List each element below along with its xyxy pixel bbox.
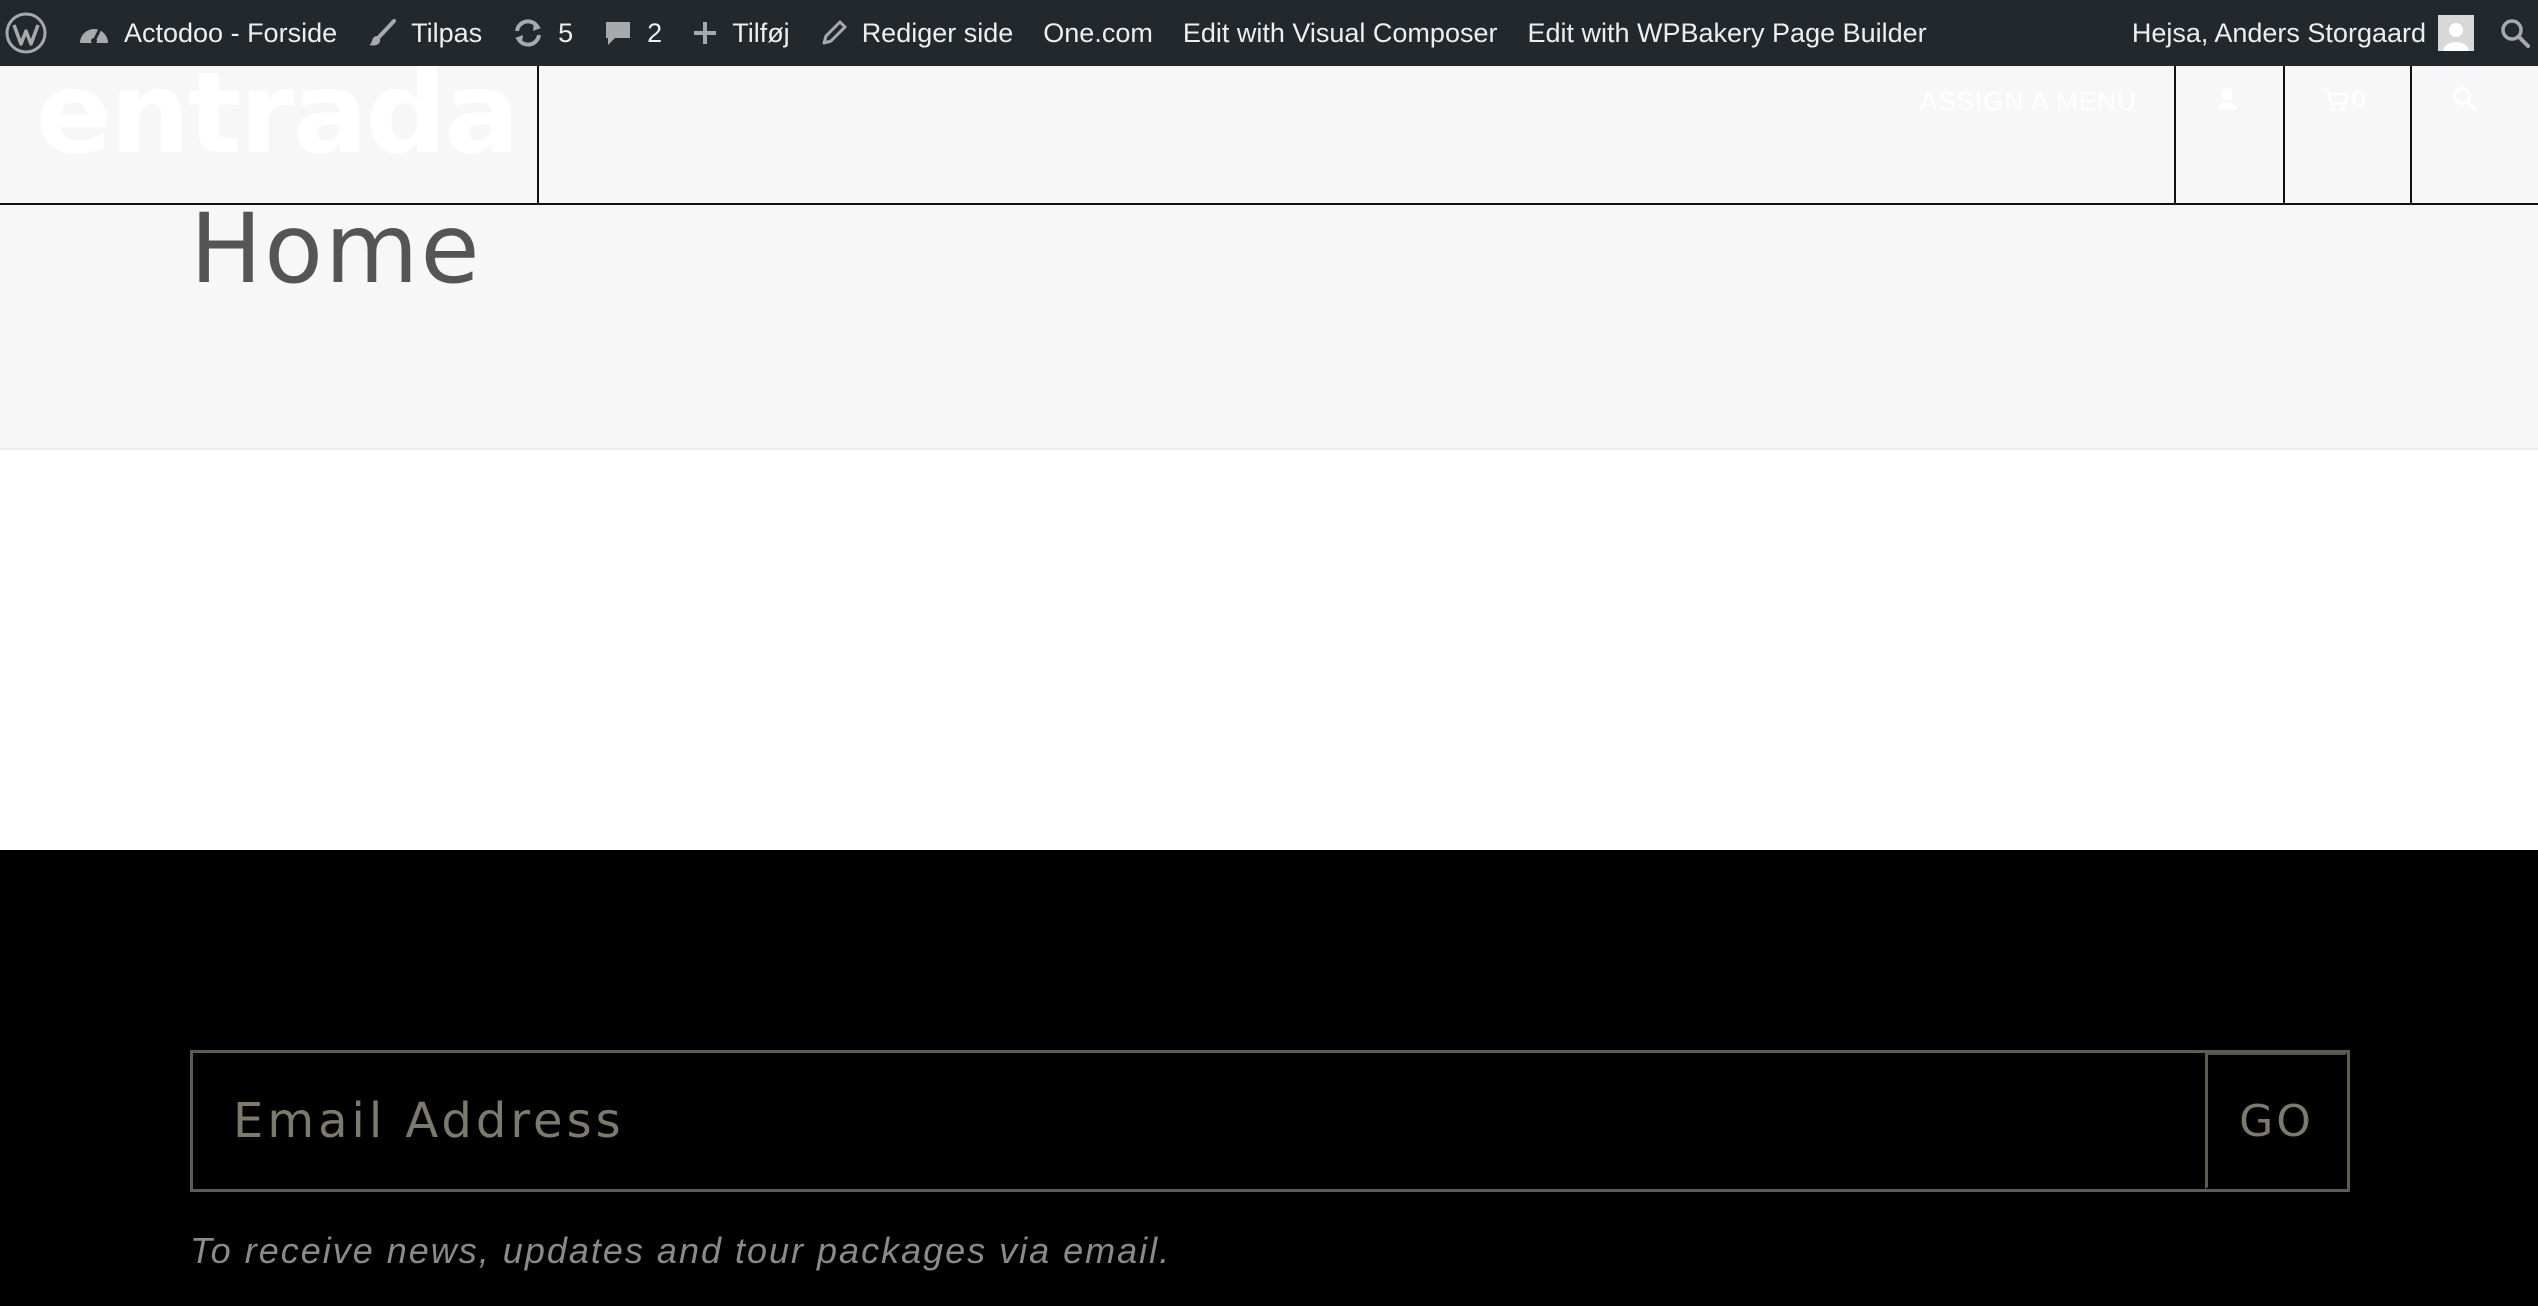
edit-page-menu[interactable]: Rediger side [805, 0, 1029, 66]
comments-menu[interactable]: 2 [588, 0, 677, 66]
go-button[interactable]: GO [2205, 1053, 2347, 1189]
main-content [0, 452, 2538, 850]
onecom-menu[interactable]: One.com [1028, 0, 1168, 66]
dashboard-icon [78, 19, 110, 47]
account-button[interactable] [2216, 86, 2238, 112]
customize-label: Tilpas [411, 17, 483, 48]
cart-icon [2323, 88, 2350, 112]
header-search-button[interactable] [2452, 86, 2478, 112]
newsletter-form: GO [190, 1050, 2350, 1192]
header-divider [537, 66, 539, 205]
email-field[interactable] [193, 1053, 2205, 1189]
page-title-band: Home [0, 193, 2538, 450]
header-divider [2410, 66, 2412, 205]
search-icon [2501, 19, 2530, 48]
footer: GO To receive news, updates and tour pac… [0, 850, 2538, 1306]
pencil-icon [820, 19, 848, 47]
wpbakery-menu[interactable]: Edit with WPBakery Page Builder [1512, 0, 1941, 66]
user-icon [2217, 88, 2237, 110]
paintbrush-icon [367, 18, 397, 48]
newsletter-note: To receive news, updates and tour packag… [190, 1230, 1172, 1271]
plus-icon [692, 20, 718, 46]
new-label: Tilføj [732, 17, 790, 48]
updates-count: 5 [558, 17, 574, 48]
header-divider [2283, 66, 2285, 205]
search-icon [2453, 87, 2478, 112]
site-logo[interactable]: entrada [36, 58, 520, 170]
site-header: entrada ASSIGN A MENU 0 [0, 58, 2538, 205]
my-account-menu[interactable]: Hejsa, Anders Storgaard [2117, 0, 2484, 66]
page-title: Home [190, 193, 482, 305]
greeting-label: Hejsa, Anders Storgaard [2131, 17, 2426, 48]
edit-page-label: Rediger side [861, 17, 1014, 48]
cart-button[interactable]: 0 [2322, 86, 2365, 114]
updates-icon [512, 19, 544, 47]
header-divider [2174, 66, 2176, 205]
cart-count: 0 [2352, 86, 2366, 113]
new-content-menu[interactable]: Tilføj [677, 0, 804, 66]
site-name-label: Actodoo - Forside [124, 17, 338, 48]
visual-composer-menu[interactable]: Edit with Visual Composer [1168, 0, 1513, 66]
avatar [2438, 15, 2474, 51]
comment-icon [603, 19, 633, 47]
wpbakery-label: Edit with WPBakery Page Builder [1527, 17, 1927, 48]
onecom-label: One.com [1043, 17, 1153, 48]
adminbar-search[interactable] [2484, 0, 2538, 66]
comments-count: 2 [647, 17, 663, 48]
visual-composer-label: Edit with Visual Composer [1182, 17, 1498, 48]
assign-menu-link[interactable]: ASSIGN A MENU [1920, 86, 2137, 117]
